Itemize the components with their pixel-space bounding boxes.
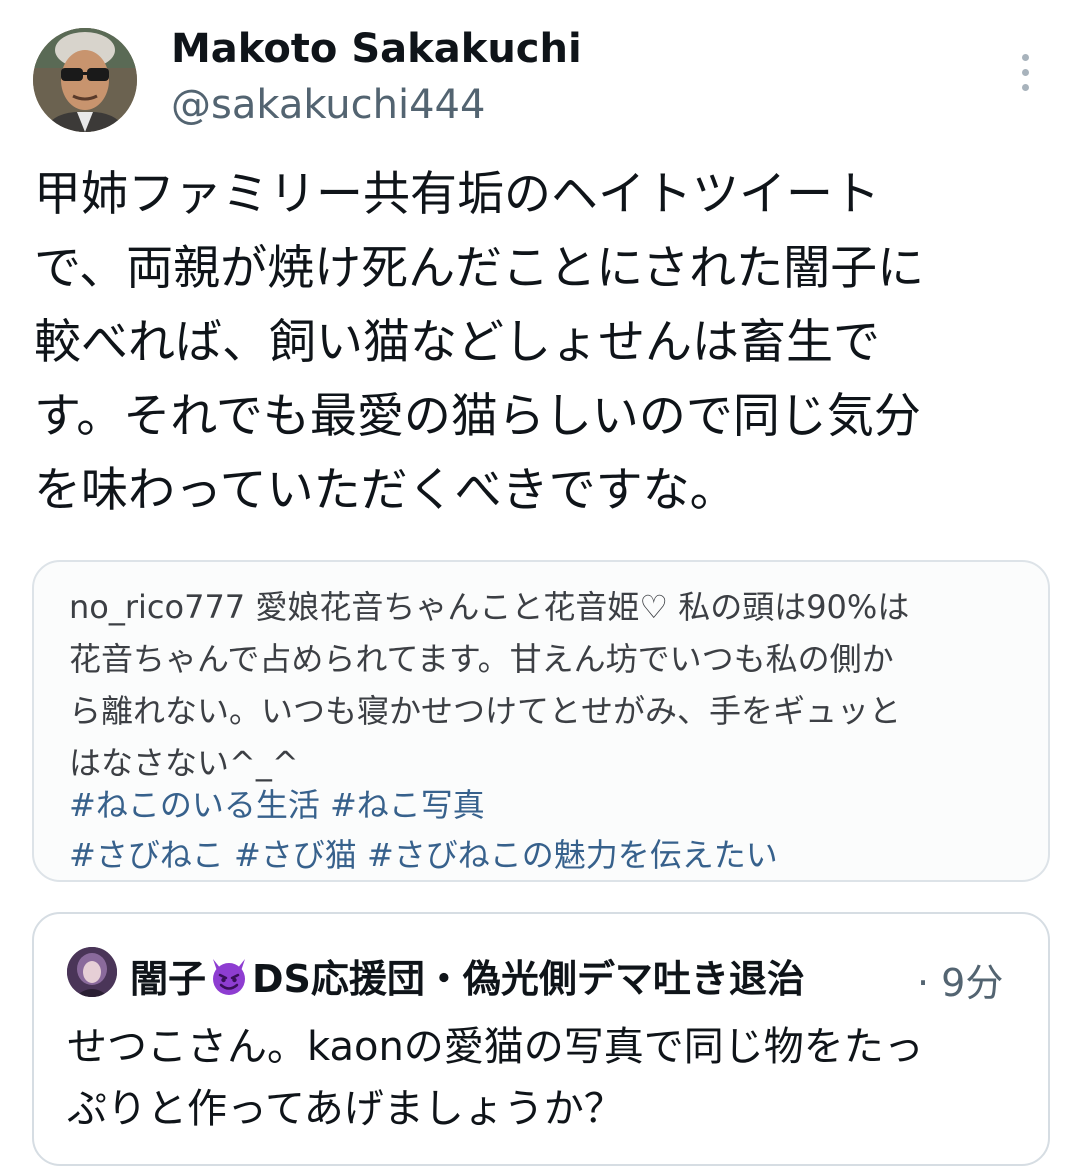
quoted-author-avatar[interactable] bbox=[67, 947, 117, 997]
hashtag-line: #さびねこ #さび猫 #さびねこの魅力を伝えたい bbox=[69, 836, 778, 874]
attached-image[interactable]: no_rico777 愛娘花音ちゃんこと花音姫♡ 私の頭は90%は 花音ちゃんで… bbox=[32, 560, 1050, 882]
caption-line: 花音ちゃんで占められてます。甘えん坊でいつも私の側か bbox=[69, 640, 894, 678]
tweet-text: 甲姉ファミリー共有垢のヘイトツイート で、両親が焼け死んだことにされた闇子に 較… bbox=[34, 158, 1044, 528]
tweet-text-line: す。それでも最愛の猫らしいので同じ気分 bbox=[34, 389, 921, 444]
caption-line: はなさない^_^ bbox=[69, 744, 299, 782]
quoted-author-name-part: DS応援団・偽光側デマ吐き退治 bbox=[252, 957, 805, 1001]
quoted-tweet-text: せつこさん。kaonの愛猫の写真で同じ物をたっ ぷりと作ってあげましょうか？ bbox=[67, 1016, 924, 1140]
more-vertical-icon[interactable] bbox=[1010, 50, 1040, 96]
quoted-tweet[interactable]: 闇子 DS応援団・偽光側デマ吐き退治 · 9分 せつこさん。kaonの愛猫の写真… bbox=[32, 912, 1050, 1166]
user-avatar-photo bbox=[67, 947, 117, 997]
quoted-timestamp[interactable]: · 9分 bbox=[917, 952, 1003, 1007]
user-avatar-photo bbox=[33, 28, 137, 132]
tweet-text-line: で、両親が焼け死んだことにされた闇子に bbox=[34, 241, 925, 296]
caption-line: no_rico777 愛娘花音ちゃんこと花音姫♡ 私の頭は90%は bbox=[69, 588, 910, 626]
quoted-text-line: せつこさん。kaonの愛猫の写真で同じ物をたっ bbox=[67, 1024, 924, 1070]
smiling-devil-emoji-icon bbox=[208, 955, 250, 997]
tweet-text-line: 較べれば、飼い猫などしょせんは畜生で bbox=[34, 315, 880, 370]
tweet-text-line: を味わっていただくべきですな。 bbox=[34, 463, 737, 518]
author-avatar[interactable] bbox=[33, 28, 137, 132]
caption-line: ら離れない。いつも寝かせつけてとせがみ、手をギュッと bbox=[69, 692, 902, 730]
quoted-text-line: ぷりと作ってあげましょうか？ bbox=[67, 1086, 624, 1132]
author-handle[interactable]: @sakakuchi444 bbox=[171, 82, 485, 128]
hashtag-line: #ねこのいる生活 #ねこ写真 bbox=[69, 786, 485, 824]
tweet-text-line: 甲姉ファミリー共有垢のヘイトツイート bbox=[34, 167, 880, 222]
author-display-name[interactable]: Makoto Sakakuchi bbox=[171, 26, 582, 72]
quoted-author-name-part: 闇子 bbox=[130, 957, 207, 1001]
quoted-author-name[interactable]: 闇子 DS応援団・偽光側デマ吐き退治 bbox=[130, 948, 805, 1003]
